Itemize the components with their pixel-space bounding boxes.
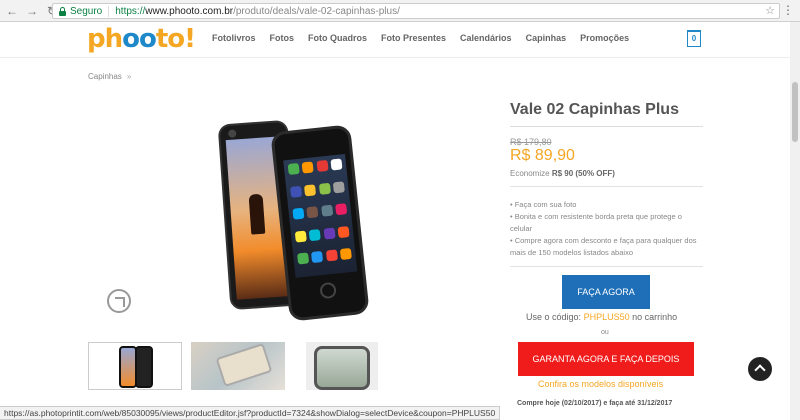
site-logo[interactable]: phooto! bbox=[87, 24, 196, 54]
browser-toolbar: ← → ↻ Seguro https://www.phooto.com.br/p… bbox=[0, 0, 800, 22]
feature-list: • Faça com sua foto • Bonita e com resis… bbox=[510, 199, 705, 259]
browser-status-url: https://as.photoprintit.com/web/85030095… bbox=[0, 406, 501, 420]
address-bar[interactable]: Seguro https://www.phooto.com.br/produto… bbox=[52, 3, 780, 19]
main-nav: Fotolivros Fotos Foto Quadros Foto Prese… bbox=[205, 33, 636, 43]
nav-foto-presentes[interactable]: Foto Presentes bbox=[381, 33, 446, 43]
breadcrumb: Capinhas » bbox=[88, 72, 131, 81]
old-price: R$ 179,80 bbox=[510, 137, 552, 147]
current-price: R$ 89,90 bbox=[510, 147, 575, 164]
nav-foto-quadros[interactable]: Foto Quadros bbox=[308, 33, 367, 43]
feature-item: • Compre agora com desconto e faça para … bbox=[510, 236, 697, 257]
or-label: ou bbox=[601, 329, 609, 336]
coupon-code: PHPLUS50 bbox=[583, 312, 630, 322]
coupon-text: Use o código: PHPLUS50 no carrinho bbox=[526, 312, 678, 322]
scroll-to-top-button[interactable] bbox=[748, 357, 772, 381]
thumbnail-2[interactable] bbox=[191, 342, 285, 390]
savings-text: Economize R$ 90 (50% OFF) bbox=[510, 169, 615, 178]
product-image[interactable] bbox=[210, 118, 410, 322]
faca-agora-button[interactable]: FAÇA AGORA bbox=[562, 275, 650, 309]
bookmark-star-icon[interactable]: ☆ bbox=[765, 4, 775, 17]
divider bbox=[510, 186, 703, 187]
models-link[interactable]: Confira os modelos disponíveis bbox=[538, 379, 663, 389]
nav-promocoes[interactable]: Promoções bbox=[580, 33, 629, 43]
feature-item: • Faça com sua foto bbox=[510, 200, 577, 209]
back-icon[interactable]: ← bbox=[4, 3, 20, 19]
cart-icon[interactable]: 0 bbox=[687, 30, 701, 47]
zoom-expand-icon[interactable] bbox=[107, 289, 131, 313]
browser-menu-icon[interactable]: ⋮ bbox=[782, 3, 794, 17]
divider bbox=[510, 126, 703, 127]
lock-icon bbox=[58, 6, 67, 16]
product-title: Vale 02 Capinhas Plus bbox=[510, 101, 679, 118]
nav-capinhas[interactable]: Capinhas bbox=[526, 33, 567, 43]
site-header: phooto! Fotolivros Fotos Foto Quadros Fo… bbox=[0, 22, 790, 58]
nav-fotolivros[interactable]: Fotolivros bbox=[212, 33, 256, 43]
divider bbox=[510, 266, 703, 267]
nav-fotos[interactable]: Fotos bbox=[270, 33, 295, 43]
page-scrollbar[interactable] bbox=[790, 22, 800, 420]
url-scheme: https:// bbox=[115, 5, 146, 17]
scrollbar-thumb[interactable] bbox=[792, 82, 798, 142]
breadcrumb-capinhas[interactable]: Capinhas bbox=[88, 72, 122, 81]
breadcrumb-separator: » bbox=[126, 72, 132, 81]
nav-calendarios[interactable]: Calendários bbox=[460, 33, 512, 43]
secure-label: Seguro bbox=[70, 5, 110, 17]
url-path: /produto/deals/vale-02-capinhas-plus/ bbox=[233, 5, 400, 17]
garanta-agora-button[interactable]: GARANTA AGORA E FAÇA DEPOIS bbox=[518, 342, 694, 376]
url-host: www.phooto.com.br bbox=[145, 5, 234, 17]
deadline-text: Compre hoje (02/10/2017) e faça até 31/1… bbox=[517, 400, 673, 407]
thumbnail-1[interactable] bbox=[88, 342, 182, 390]
feature-item: • Bonita e com resistente borda preta qu… bbox=[510, 212, 682, 233]
thumbnail-3[interactable] bbox=[306, 342, 378, 390]
forward-icon[interactable]: → bbox=[24, 3, 40, 19]
